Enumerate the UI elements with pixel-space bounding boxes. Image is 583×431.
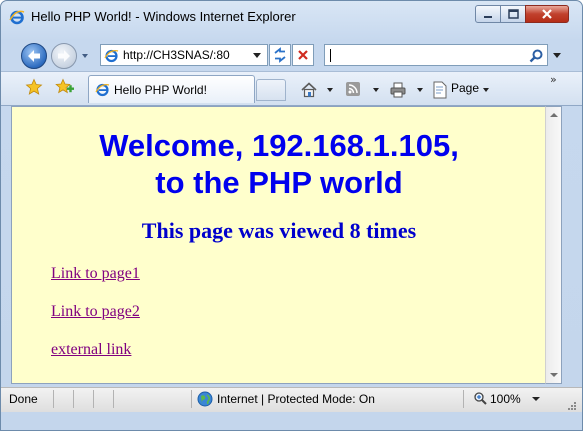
feeds-dropdown[interactable] xyxy=(373,88,379,92)
feeds-icon[interactable] xyxy=(345,81,361,97)
window-title: Hello PHP World! - Windows Internet Expl… xyxy=(31,9,296,24)
add-favorites-icon[interactable] xyxy=(55,78,75,96)
page-content: Welcome, 192.168.1.105, to the PHP world… xyxy=(11,106,545,384)
stop-button[interactable] xyxy=(292,44,314,66)
welcome-line-1: Welcome, 192.168.1.105, xyxy=(99,128,459,163)
resize-grip-icon[interactable] xyxy=(566,400,578,412)
zoom-icon[interactable] xyxy=(473,391,488,406)
ie-logo-icon xyxy=(9,10,25,25)
search-box[interactable] xyxy=(324,44,548,66)
address-dropdown[interactable] xyxy=(253,53,261,58)
print-dropdown[interactable] xyxy=(417,88,423,92)
home-icon[interactable] xyxy=(300,81,318,99)
security-zone[interactable]: Internet | Protected Mode: On xyxy=(217,392,375,406)
external-link[interactable]: external link xyxy=(51,341,131,359)
status-divider xyxy=(191,390,192,408)
view-count-heading: This page was viewed 8 times xyxy=(141,218,417,243)
forward-button[interactable] xyxy=(51,43,77,69)
back-button[interactable] xyxy=(21,43,47,69)
page-menu-button[interactable]: Page xyxy=(451,81,479,95)
vertical-scrollbar[interactable] xyxy=(545,106,562,384)
link-page2[interactable]: Link to page2 xyxy=(51,303,140,321)
link-page1[interactable]: Link to page1 xyxy=(51,265,140,283)
page-menu-dropdown[interactable] xyxy=(483,88,489,92)
close-icon xyxy=(542,9,552,19)
tab-hello-php-world[interactable]: Hello PHP World! xyxy=(88,75,255,103)
maximize-icon xyxy=(508,9,519,19)
toolbar-overflow-chevron[interactable]: » xyxy=(550,73,557,86)
welcome-heading: Welcome, 192.168.1.105, to the PHP world xyxy=(12,127,545,201)
page-menu-label: Page xyxy=(451,81,480,95)
welcome-line-2: to the PHP world xyxy=(155,165,403,200)
back-arrow-icon xyxy=(28,50,40,62)
status-divider xyxy=(463,390,464,408)
refresh-icon xyxy=(274,47,286,63)
scroll-down-arrow[interactable] xyxy=(550,373,558,377)
maximize-button[interactable] xyxy=(500,5,526,23)
page-icon xyxy=(104,49,119,63)
zoom-level[interactable]: 100% xyxy=(490,392,521,406)
zoom-dropdown[interactable] xyxy=(532,397,540,401)
new-tab-button[interactable] xyxy=(256,79,286,101)
search-options-dropdown[interactable] xyxy=(553,53,561,58)
page-icon xyxy=(95,83,110,97)
tab-label: Hello PHP World! xyxy=(114,83,207,97)
browser-window: Hello PHP World! - Windows Internet Expl… xyxy=(0,0,583,431)
stop-icon xyxy=(298,50,308,60)
scroll-up-arrow[interactable] xyxy=(550,113,558,117)
minimize-button[interactable] xyxy=(475,5,501,23)
close-button[interactable] xyxy=(525,5,569,23)
globe-icon xyxy=(197,391,213,407)
status-divider xyxy=(93,390,94,408)
minimize-icon xyxy=(484,16,492,18)
status-text: Done xyxy=(9,392,38,406)
status-divider xyxy=(113,390,114,408)
forward-arrow-icon xyxy=(58,50,70,62)
status-divider xyxy=(53,390,54,408)
home-dropdown[interactable] xyxy=(327,88,333,92)
address-bar[interactable]: http://CH3SNAS/:80 xyxy=(100,44,268,66)
recent-pages-dropdown[interactable] xyxy=(82,54,88,58)
address-text: http://CH3SNAS/:80 xyxy=(123,48,230,62)
refresh-button[interactable] xyxy=(269,44,291,66)
favorites-star-icon[interactable] xyxy=(25,78,43,96)
text-cursor xyxy=(330,49,331,62)
print-icon[interactable] xyxy=(389,81,407,99)
page-menu-icon[interactable] xyxy=(432,81,448,99)
search-icon[interactable] xyxy=(528,48,544,64)
status-divider xyxy=(73,390,74,408)
